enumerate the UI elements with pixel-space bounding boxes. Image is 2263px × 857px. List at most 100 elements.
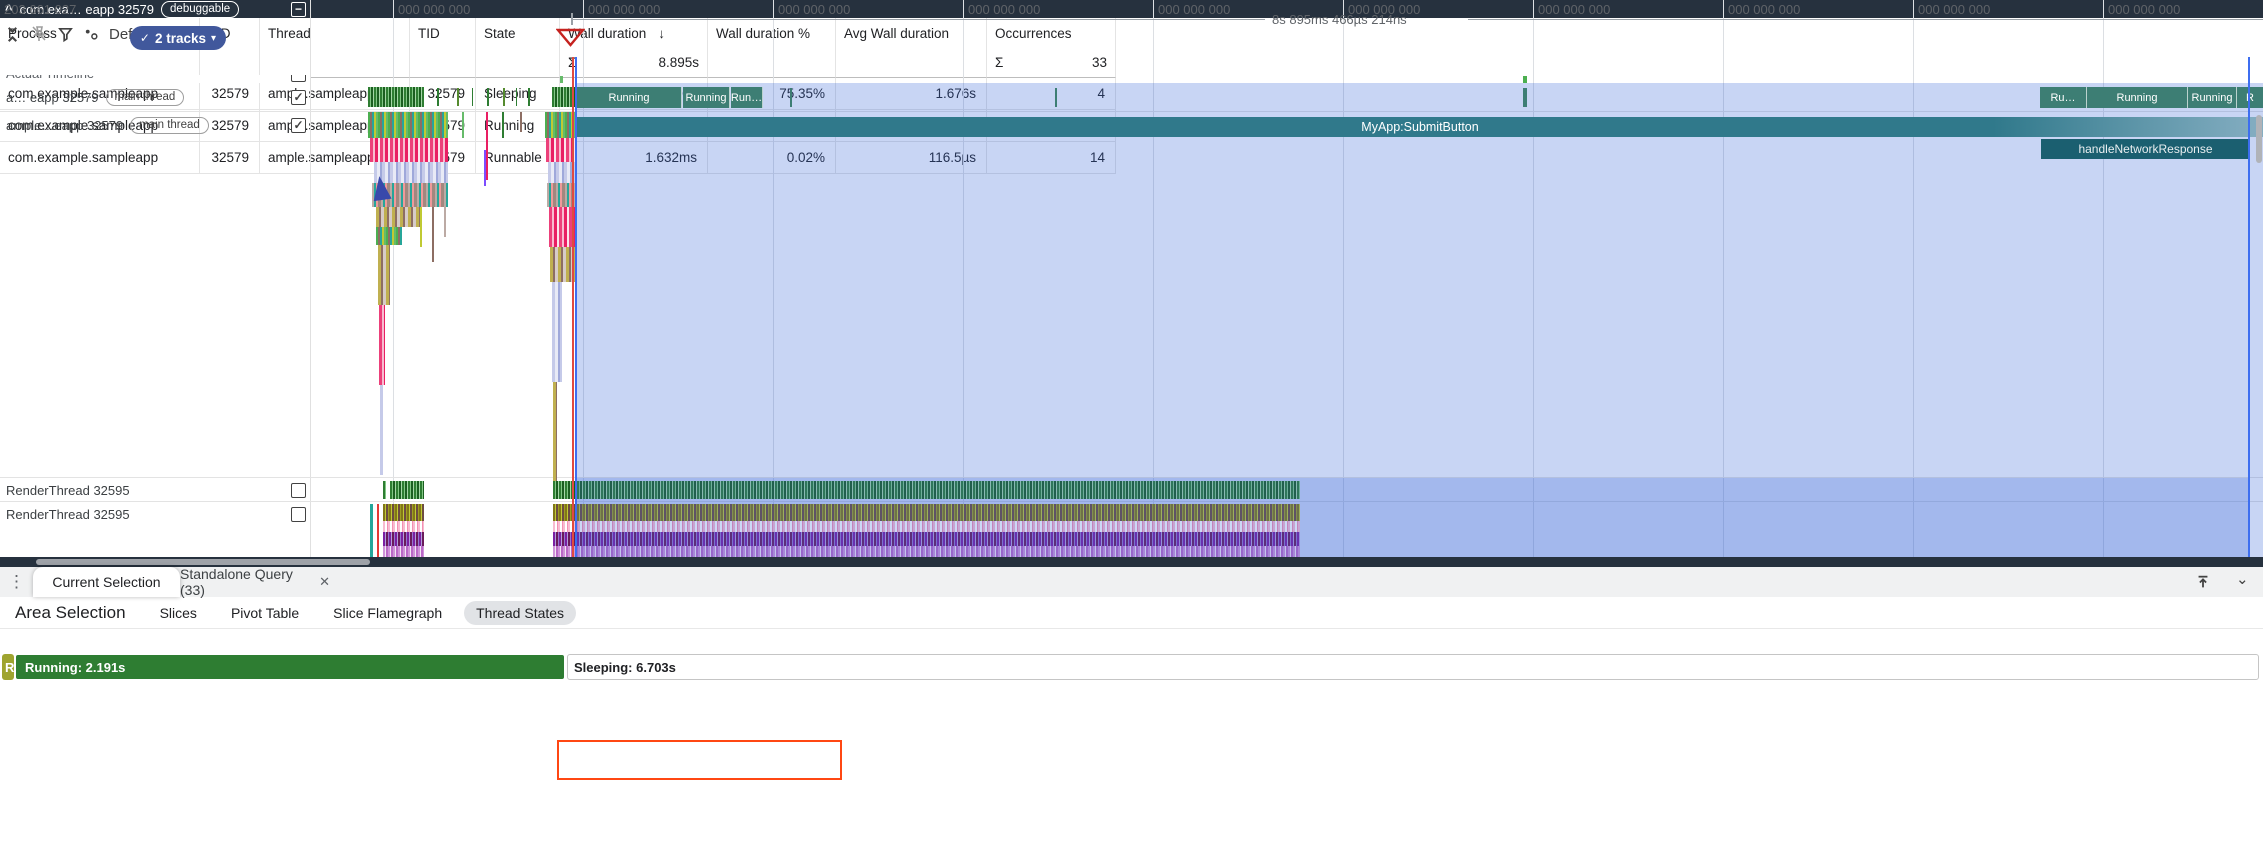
renderthread-slices[interactable] [383,521,424,532]
workspace-icon[interactable] [83,26,100,43]
callstack-slices[interactable] [370,138,448,162]
callstack-slices[interactable] [553,382,557,482]
callstack-slices[interactable] [380,385,383,475]
area-selection-header: Area Selection Slices Pivot Table Slice … [0,597,2263,629]
renderthread-state-activity[interactable] [383,481,386,499]
track-row-renderthread-slices[interactable]: RenderThread 32595 [0,502,310,526]
subtab-slices[interactable]: Slices [148,601,209,625]
thread-state-activity[interactable] [368,87,424,107]
track-label: ample…eapp 32579 [6,118,123,133]
renderthread-slice-tick [370,504,373,557]
thread-state-tick [516,88,517,106]
tab-label: Standalone Query (33) [180,566,310,598]
selection-start-line[interactable] [575,57,577,557]
group-checkbox[interactable]: − [291,2,306,17]
subtab-slice-flamegraph[interactable]: Slice Flamegraph [321,601,454,625]
debuggable-badge: debuggable [161,1,239,18]
horizontal-scrollbar[interactable] [36,559,370,565]
summary-segment-sleeping[interactable]: Sleeping: 6.703s [567,654,2259,680]
main-thread-badge: main thread [130,117,209,134]
cell-process: com.example.sampleapp [0,142,200,174]
renderthread-slice-tick [377,504,379,557]
renderthread-slices[interactable] [383,504,424,521]
callstack-slices[interactable] [368,112,448,138]
track-label: RenderThread 32595 [6,507,130,522]
tracks-filter-button[interactable]: ✓ 2 tracks ▾ [130,26,226,50]
renderthread-slices[interactable] [383,546,424,557]
running-state-slice[interactable]: Ru… [2040,87,2087,108]
selection-end-line[interactable] [2248,57,2250,557]
ruler-tick-label: 000 000 000 [1538,2,1610,17]
callstack-tick [502,112,504,138]
clipped-row-slice [560,76,563,83]
summary-segment-running[interactable]: Running: 2.191s [15,654,565,680]
filter-icon[interactable] [57,26,74,43]
flag-marker-icon[interactable] [556,28,585,47]
dock-panel-icon[interactable] [2190,569,2216,595]
track-row-renderthread-states[interactable]: RenderThread 32595 [0,478,310,502]
track-checkbox[interactable]: ✓ [291,118,306,133]
section-title: Area Selection [15,603,126,623]
vertical-scrollbar[interactable] [2256,115,2262,163]
slice-myapp-submitbutton[interactable]: MyApp:SubmitButton [577,117,2263,137]
thread-state-tick [528,88,530,106]
tab-label: Current Selection [52,574,160,590]
running-state-tick[interactable] [1523,88,1527,107]
thread-state-tick [437,88,439,106]
clipped-track-checkbox[interactable] [291,75,306,82]
callstack-slices[interactable] [552,282,562,382]
collapse-panel-chevron-icon[interactable]: ⌄ [2236,570,2249,588]
running-state-slice[interactable]: Running [2087,87,2188,108]
ruler-tick-label: 000 000 000 [1918,2,1990,17]
main-thread-badge: main thread [106,89,185,106]
clipped-track-row[interactable]: Actual Timeline [0,75,310,83]
marker-vertical-line[interactable] [572,57,574,557]
subtab-thread-states[interactable]: Thread States [464,601,576,625]
thread-state-tick [503,88,505,106]
perfetto-trace-viewer: { "icons": { "check": "✓", "chevron_down… [0,0,2263,857]
tab-current-selection[interactable]: Current Selection [33,567,180,597]
track-checkbox[interactable]: ✓ [291,90,306,105]
ruler-tick-label: 000 000 000 [398,2,470,17]
callstack-slices[interactable] [376,207,420,227]
running-state-tick[interactable] [790,88,792,107]
thread-state-tick [487,88,489,106]
running-state-slice[interactable]: R [2237,87,2263,108]
running-state-tick[interactable] [1055,88,1057,107]
clipped-track-label: Actual Timeline [6,75,94,81]
running-state-slice[interactable]: Run… [731,87,763,108]
slice-handlenetworkresponse[interactable]: handleNetworkResponse [2041,139,2250,159]
renderthread-state-activity[interactable] [390,481,424,499]
track-row-main-thread-states[interactable]: a… eapp 32579 main thread ✓ [0,83,310,111]
pin-off-icon[interactable] [30,25,48,43]
tab-standalone-query[interactable]: Standalone Query (33) ✕ [180,567,330,597]
running-state-slice[interactable]: Running [577,87,682,108]
running-state-slice[interactable]: Running [2188,87,2237,108]
renderthread-slices[interactable] [383,532,424,546]
marker-line [1468,19,2263,20]
callstack-slices[interactable] [378,245,390,305]
ruler-tick-label: 000 000 000 [588,2,660,17]
collapse-tracks-icon[interactable] [4,26,21,43]
callstack-tick [420,207,422,247]
track-checkbox[interactable] [291,483,306,498]
callstack-tick [484,150,486,186]
track-label: RenderThread 32595 [6,483,130,498]
callstack-slices[interactable] [376,227,402,245]
ruler-tick-label: 000 000 000 [2108,2,2180,17]
subtab-pivot-table[interactable]: Pivot Table [219,601,311,625]
pointer-arrow [370,175,391,201]
drag-handle-icon[interactable]: ⋮ [8,572,25,592]
clipped-row-slice [1523,76,1527,83]
thread-state-tick [457,88,459,106]
running-state-slice[interactable]: Running [683,87,730,108]
summary-segment-runnable[interactable]: R [2,654,14,680]
track-row-main-thread-slices[interactable]: ample…eapp 32579 main thread ✓ [0,111,310,139]
tracks-count-label: 2 tracks [155,31,206,46]
callstack-slices[interactable] [379,305,385,385]
summary-label: Sleeping: 6.703s [574,660,676,675]
track-checkbox[interactable] [291,507,306,522]
close-icon[interactable]: ✕ [319,574,330,590]
slice-label: handleNetworkResponse [2078,142,2212,156]
summary-label: Running: 2.191s [25,660,125,675]
